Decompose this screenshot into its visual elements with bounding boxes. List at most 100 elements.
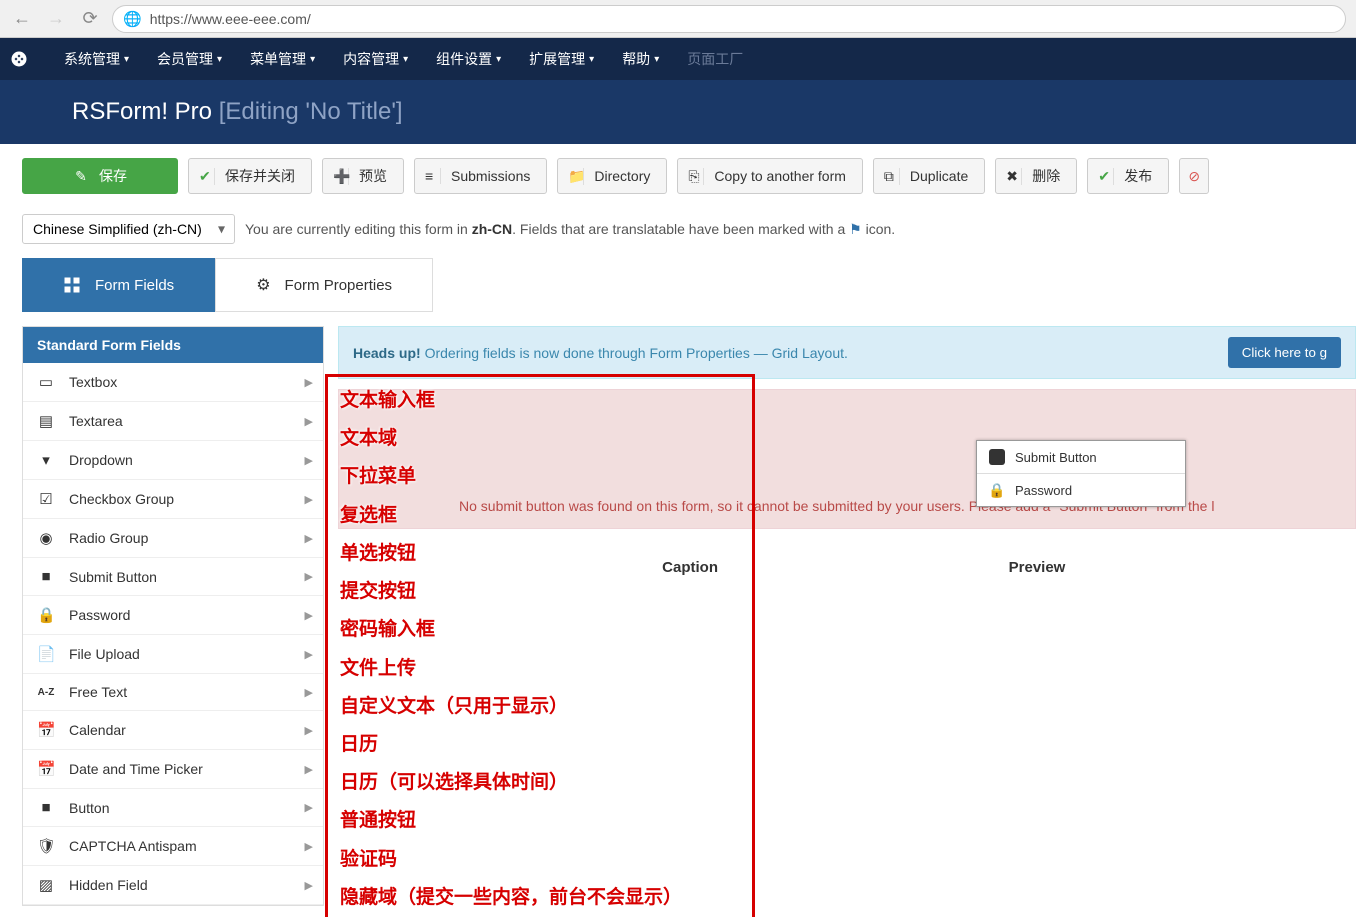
field-item-button[interactable]: ■ Button ▶ [23, 789, 323, 827]
main-area: Standard Form Fields ▭Textbox▶▤Textarea▶… [0, 312, 1356, 906]
field-item-checkbox-group[interactable]: ☑Checkbox Group▶ [23, 480, 323, 519]
field-type-icon: 🔒 [37, 606, 55, 624]
field-hint-box: Submit Button 🔒 Password [976, 440, 1186, 507]
delete-button[interactable]: ✖删除 [995, 158, 1077, 194]
field-item-label: Password [69, 607, 130, 623]
error-alert-text: No submit button was found on this form,… [459, 498, 1355, 514]
chevron-right-icon: ▶ [305, 454, 313, 467]
submissions-button[interactable]: ≡Submissions [414, 158, 547, 194]
field-item-textbox[interactable]: ▭Textbox▶ [23, 363, 323, 402]
field-item-date-and-time-picker[interactable]: 📅Date and Time Picker▶ [23, 750, 323, 789]
field-item-submit-button[interactable]: ■Submit Button▶ [23, 558, 323, 596]
menu-content[interactable]: 内容管理▾ [329, 49, 422, 69]
field-type-icon: A-Z [37, 687, 55, 698]
chevron-right-icon: ▶ [305, 648, 313, 661]
lock-icon: 🔒 [989, 482, 1005, 498]
reload-button[interactable]: ⟳ [78, 7, 102, 31]
grid-layout-link-button[interactable]: Click here to g [1228, 337, 1341, 368]
right-pane: Heads up! Ordering fields is now done th… [338, 326, 1356, 906]
grid-icon [63, 276, 81, 294]
save-button[interactable]: ✎保存 [22, 158, 178, 194]
form-tabs: Form Fields ⚙ Form Properties [0, 258, 1356, 312]
menu-users[interactable]: 会员管理▾ [143, 49, 236, 69]
field-item-file-upload[interactable]: 📄 File Upload ▶ [23, 635, 323, 674]
tab-form-properties[interactable]: ⚙ Form Properties [215, 258, 433, 312]
field-item-label: Radio Group [69, 530, 148, 546]
copy-icon: ⎘ [688, 168, 704, 185]
chevron-right-icon: ▶ [305, 493, 313, 506]
flag-icon: ⚑ [849, 221, 862, 237]
chevron-right-icon: ▶ [305, 840, 313, 853]
browser-toolbar: ← → ⟳ 🌐 https://www.eee-eee.com/ [0, 0, 1356, 38]
field-type-icon: ■ [37, 799, 55, 816]
chevron-right-icon: ▶ [305, 570, 313, 583]
field-item-label: File Upload [69, 646, 140, 662]
edit-status: [Editing 'No Title'] [219, 98, 403, 125]
menu-pagebuilder[interactable]: 页面工厂 [673, 49, 757, 69]
chevron-right-icon: ▶ [305, 763, 313, 776]
back-button[interactable]: ← [10, 7, 34, 31]
field-item-calendar[interactable]: 📅Calendar▶ [23, 711, 323, 750]
chevron-right-icon: ▶ [305, 415, 313, 428]
caret-down-icon: ▾ [310, 54, 315, 65]
menu-menus[interactable]: 菜单管理▾ [236, 49, 329, 69]
fields-sidebar: Standard Form Fields ▭Textbox▶▤Textarea▶… [22, 326, 324, 906]
caret-down-icon: ▾ [403, 54, 408, 65]
field-item-label: Hidden Field [69, 877, 148, 893]
field-type-icon: ▾ [37, 451, 55, 469]
admin-top-menu: 系统管理▾ 会员管理▾ 菜单管理▾ 内容管理▾ 组件设置▾ 扩展管理▾ 帮助▾ … [0, 38, 1356, 80]
product-name: RSForm! Pro [72, 98, 212, 125]
menu-system[interactable]: 系统管理▾ [50, 49, 143, 69]
chevron-right-icon: ▶ [305, 376, 313, 389]
field-item-label: Submit Button [69, 569, 157, 585]
field-type-icon: ▭ [37, 373, 55, 391]
field-type-icon: 🛡 [37, 837, 55, 855]
field-item-captcha-antispam[interactable]: 🛡CAPTCHA Antispam▶ [23, 827, 323, 866]
col-preview: Preview [718, 559, 1356, 576]
close-button[interactable]: ⊘ [1179, 158, 1209, 194]
database-icon: ≡ [425, 168, 441, 184]
field-type-icon: ☑ [37, 490, 55, 508]
field-item-textarea[interactable]: ▤Textarea▶ [23, 402, 323, 441]
chevron-right-icon: ▶ [305, 724, 313, 737]
field-item-dropdown[interactable]: ▾Dropdown▶ [23, 441, 323, 480]
field-item-label: Free Text [69, 684, 127, 700]
gears-icon: ⚙ [256, 275, 270, 295]
copy-button[interactable]: ⎘Copy to another form [677, 158, 863, 194]
check-icon: ✔ [1098, 168, 1114, 185]
duplicate-button[interactable]: ⧉Duplicate [873, 158, 985, 194]
table-header: Caption Preview [338, 559, 1356, 576]
language-select[interactable]: Chinese Simplified (zh-CN) [22, 214, 235, 244]
error-alert: No submit button was found on this form,… [338, 389, 1356, 529]
directory-button[interactable]: 📁Directory [557, 158, 667, 194]
caret-down-icon: ▾ [496, 54, 501, 65]
hint-submit-button[interactable]: Submit Button [977, 441, 1185, 474]
menu-components[interactable]: 组件设置▾ [422, 49, 515, 69]
tab-form-fields[interactable]: Form Fields [22, 258, 215, 312]
square-icon [989, 449, 1005, 465]
hint-password[interactable]: 🔒 Password [977, 474, 1185, 506]
alert-text: Ordering fields is now done through Form… [421, 345, 848, 361]
check-icon: ✔ [199, 168, 215, 185]
chevron-right-icon: ▶ [305, 801, 313, 814]
info-alert: Heads up! Ordering fields is now done th… [338, 326, 1356, 379]
save-close-button[interactable]: ✔保存并关闭 [188, 158, 312, 194]
publish-button[interactable]: ✔发布 [1087, 158, 1169, 194]
joomla-logo-icon[interactable] [10, 50, 50, 68]
caret-down-icon: ▾ [589, 54, 594, 65]
field-item-hidden-field[interactable]: ▨Hidden Field▶ [23, 866, 323, 905]
field-item-label: Button [69, 800, 109, 816]
field-item-label: Calendar [69, 722, 126, 738]
folder-icon: 📁 [568, 168, 584, 185]
chevron-right-icon: ▶ [305, 686, 313, 699]
menu-help[interactable]: 帮助▾ [608, 49, 673, 69]
address-bar[interactable]: 🌐 https://www.eee-eee.com/ [112, 5, 1346, 33]
forward-button[interactable]: → [44, 7, 68, 31]
field-item-free-text[interactable]: A-Z Free Text ▶ [23, 674, 323, 711]
field-item-radio-group[interactable]: ◉Radio Group▶ [23, 519, 323, 558]
preview-button[interactable]: ➕预览 [322, 158, 404, 194]
field-type-icon: ▨ [37, 876, 55, 894]
field-item-password[interactable]: 🔒Password▶ [23, 596, 323, 635]
menu-extensions[interactable]: 扩展管理▾ [515, 49, 608, 69]
field-type-icon: 📄 [37, 645, 55, 663]
